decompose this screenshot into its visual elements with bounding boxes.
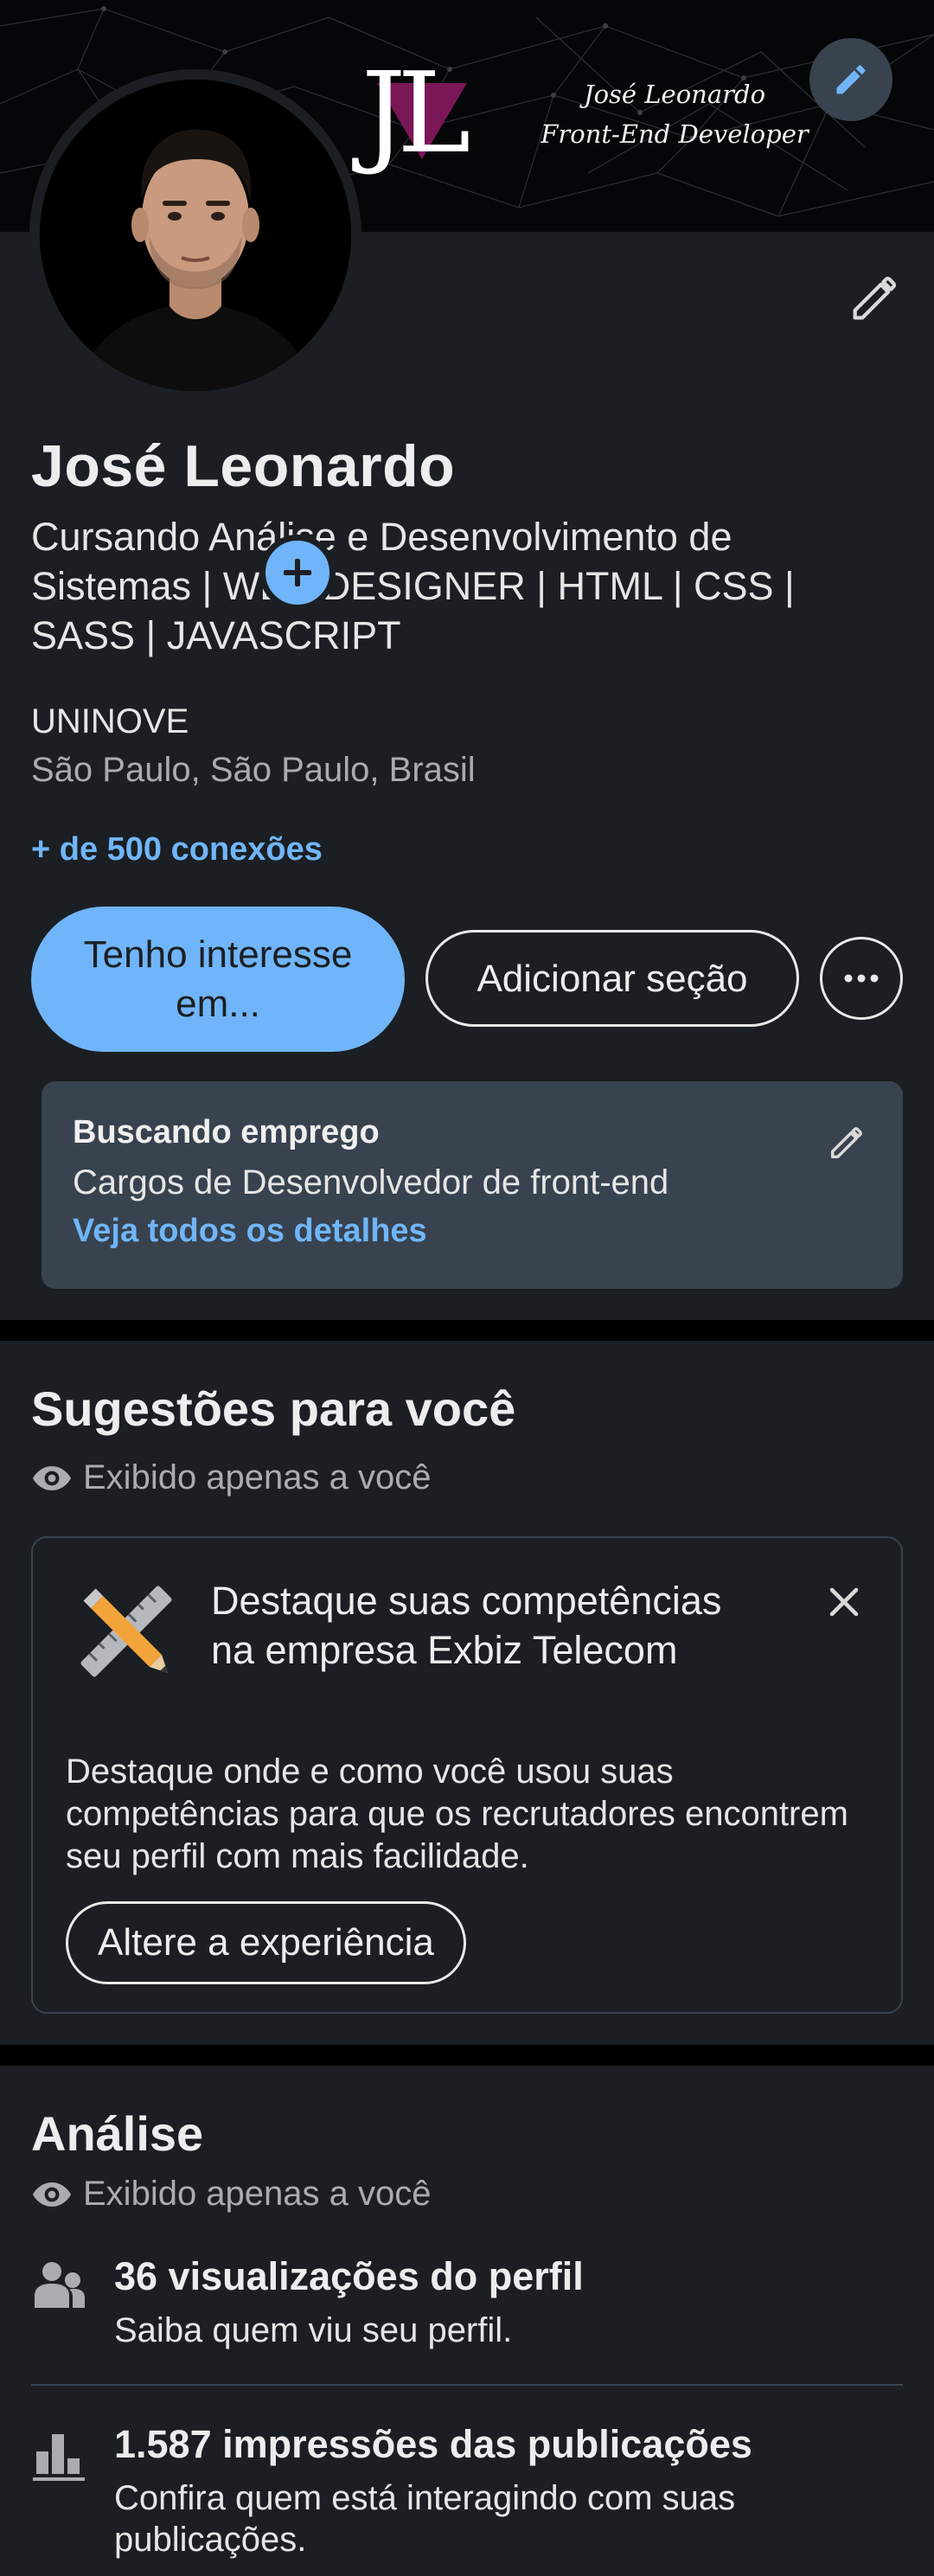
section-divider <box>0 1320 934 1341</box>
edit-experience-button[interactable]: Altere a experiência <box>66 1901 466 1984</box>
more-actions-button[interactable] <box>820 937 903 1020</box>
add-photo-button[interactable] <box>259 535 336 611</box>
logo: JL <box>361 50 483 171</box>
eye-icon <box>33 2182 71 2207</box>
plus-icon <box>284 559 311 586</box>
people-icon <box>35 2262 85 2308</box>
cover-name: José Leonardo <box>583 80 766 109</box>
edit-open-to-work-button[interactable] <box>820 1118 872 1169</box>
cover-caption: José Leonardo Front-End Developer <box>528 74 822 154</box>
open-to-button[interactable]: Tenho interesse em... <box>31 907 405 1052</box>
pencil-icon <box>830 1127 862 1159</box>
profile-company[interactable]: UNINOVE <box>31 702 189 741</box>
suggestion-card: Destaque suas competências na empresa Ex… <box>31 1536 903 2014</box>
eye-icon <box>33 1465 71 1490</box>
private-note: Exibido apenas a você <box>31 1458 432 1497</box>
profile-location: São Paulo, São Paulo, Brasil <box>31 751 476 789</box>
bar-chart-icon <box>33 2434 85 2481</box>
more-horizontal-icon <box>844 974 879 983</box>
private-note-text: Exibido apenas a você <box>83 2175 432 2213</box>
tools-icon <box>80 1586 172 1677</box>
section-divider <box>0 2045 934 2066</box>
edit-intro-button[interactable] <box>839 265 908 334</box>
post-impressions-subtitle: Confira quem está interagindo com suas p… <box>114 2479 736 2559</box>
open-to-work-details-link[interactable]: Veja todos os detalhes <box>73 1213 427 1250</box>
profile-views-subtitle: Saiba quem viu seu perfil. <box>114 2311 513 2349</box>
suggestion-body: Destaque onde e como você usou suas comp… <box>66 1753 848 1875</box>
post-impressions-title: 1.587 impressões das publicações <box>114 2422 752 2466</box>
pencil-icon <box>836 65 866 94</box>
profile-views-title: 36 visualizações do perfil <box>114 2254 584 2298</box>
logo-text: JL <box>361 49 470 178</box>
edit-cover-button[interactable] <box>809 38 892 121</box>
profile-top-card: José Leonardo Cursando Análise e Desenvo… <box>0 232 934 1320</box>
dismiss-suggestion-button[interactable] <box>820 1578 868 1626</box>
analytics-section: Análise Exibido apenas a você 36 visuali… <box>0 2066 934 2576</box>
profile-photo <box>40 80 351 391</box>
open-to-work-description: Cargos de Desenvolvedor de front-end <box>73 1163 669 1201</box>
pencil-icon <box>853 276 897 320</box>
private-note-text: Exibido apenas a você <box>83 1458 432 1496</box>
suggestion-heading: Destaque suas competências na empresa Ex… <box>211 1579 722 1672</box>
suggestions-section: Sugestões para você Exibido apenas a voc… <box>0 1341 934 2045</box>
private-note: Exibido apenas a você <box>31 2175 432 2214</box>
cover-role: Front-End Developer <box>541 119 809 149</box>
connections-link[interactable]: + de 500 conexões <box>31 831 323 868</box>
avatar[interactable] <box>40 80 351 391</box>
profile-name: José Leonardo <box>31 433 456 499</box>
close-icon <box>829 1587 859 1617</box>
post-impressions-item[interactable]: 1.587 impressões das publicações Confira… <box>31 2422 903 2569</box>
suggestions-title: Sugestões para você <box>31 1381 516 1436</box>
profile-headline: Cursando Análise e Desenvolvimento de Si… <box>31 515 795 657</box>
divider <box>31 2384 903 2386</box>
analytics-title: Análise <box>31 2106 204 2161</box>
open-to-work-title: Buscando emprego <box>73 1114 380 1150</box>
add-section-button[interactable]: Adicionar seção <box>425 930 799 1027</box>
open-to-work-card[interactable]: Buscando emprego Cargos de Desenvolvedor… <box>42 1081 903 1289</box>
profile-views-item[interactable]: 36 visualizações do perfil Saiba quem vi… <box>31 2254 903 2358</box>
